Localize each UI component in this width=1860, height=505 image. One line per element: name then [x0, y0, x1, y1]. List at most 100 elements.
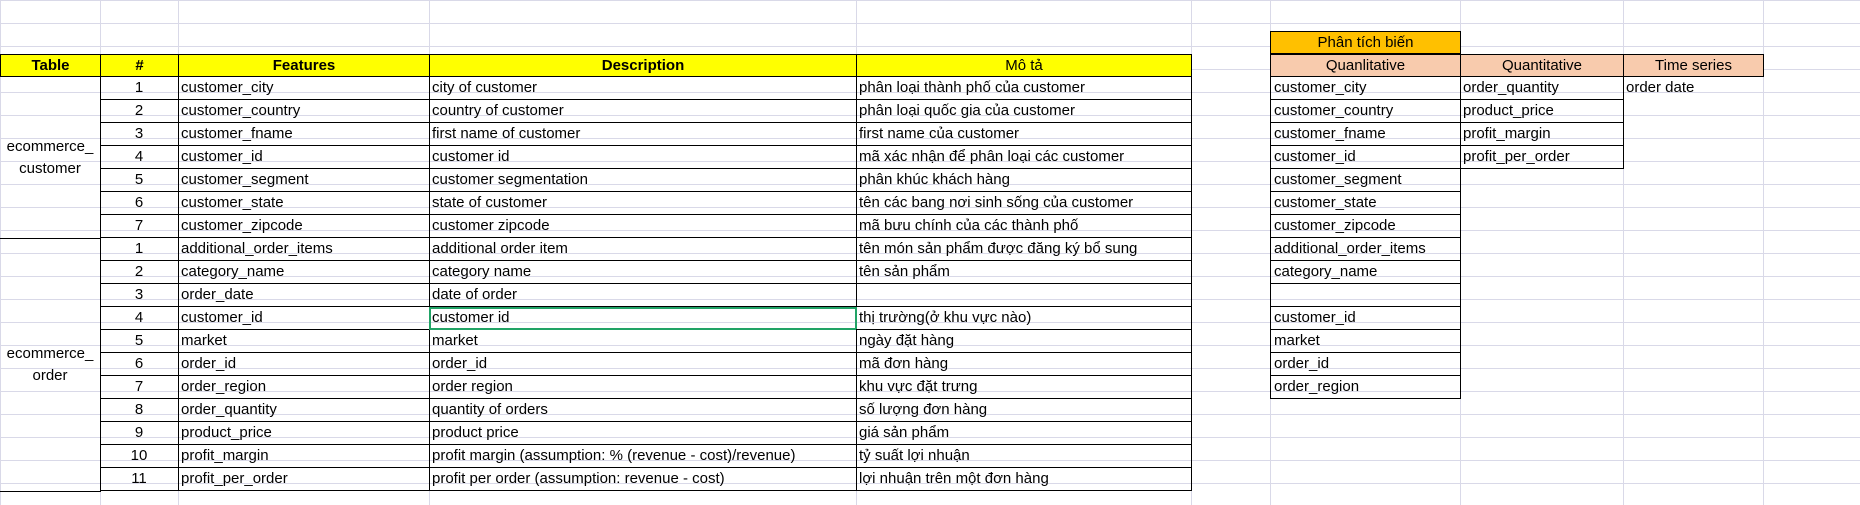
qualitative-cell[interactable]: order_id — [1270, 353, 1461, 376]
qualitative-cell[interactable]: customer_id — [1270, 307, 1461, 330]
row-number[interactable]: 1 — [100, 77, 179, 100]
qualitative-cell[interactable]: market — [1270, 330, 1461, 353]
description-cell[interactable]: customer id — [429, 307, 857, 330]
description-cell[interactable]: customer id — [429, 146, 857, 169]
feature-cell[interactable]: profit_margin — [178, 445, 430, 468]
row-number[interactable]: 6 — [100, 353, 179, 376]
mota-cell[interactable]: mã bưu chính của các thành phố — [856, 215, 1192, 238]
row-number[interactable]: 2 — [100, 100, 179, 123]
mota-cell[interactable]: số lượng đơn hàng — [856, 399, 1192, 422]
description-cell[interactable]: date of order — [429, 284, 857, 307]
analysis-title[interactable]: Phân tích biến — [1270, 31, 1461, 54]
mota-cell[interactable]: khu vực đặt trưng — [856, 376, 1192, 399]
header-quantitative[interactable]: Quantitative — [1460, 54, 1624, 77]
row-number[interactable]: 9 — [100, 422, 179, 445]
feature-cell[interactable]: customer_fname — [178, 123, 430, 146]
row-number[interactable]: 4 — [100, 146, 179, 169]
row-number[interactable]: 6 — [100, 192, 179, 215]
qualitative-cell[interactable] — [1270, 284, 1461, 307]
feature-cell[interactable]: product_price — [178, 422, 430, 445]
row-number[interactable]: 5 — [100, 330, 179, 353]
mota-cell[interactable]: phân loại quốc gia của customer — [856, 100, 1192, 123]
description-cell[interactable]: country of customer — [429, 100, 857, 123]
description-cell[interactable]: market — [429, 330, 857, 353]
description-cell[interactable]: first name of customer — [429, 123, 857, 146]
mota-cell[interactable]: lợi nhuận trên một đơn hàng — [856, 468, 1192, 491]
description-cell[interactable]: state of customer — [429, 192, 857, 215]
header-number[interactable]: # — [100, 54, 179, 77]
row-number[interactable]: 10 — [100, 445, 179, 468]
mota-cell[interactable]: giá sản phẩm — [856, 422, 1192, 445]
mota-cell[interactable]: thị trường(ở khu vực nào) — [856, 307, 1192, 330]
quantitative-cell[interactable]: product_price — [1460, 100, 1624, 123]
description-cell[interactable]: order region — [429, 376, 857, 399]
description-cell[interactable]: profit per order (assumption: revenue - … — [429, 468, 857, 491]
row-number[interactable]: 11 — [100, 468, 179, 491]
row-number[interactable]: 7 — [100, 376, 179, 399]
feature-cell[interactable]: order_region — [178, 376, 430, 399]
description-cell[interactable]: customer zipcode — [429, 215, 857, 238]
description-cell[interactable]: profit margin (assumption: % (revenue - … — [429, 445, 857, 468]
mota-cell[interactable]: tỷ suất lợi nhuận — [856, 445, 1192, 468]
qualitative-cell[interactable]: customer_state — [1270, 192, 1461, 215]
feature-cell[interactable]: customer_segment — [178, 169, 430, 192]
qualitative-cell[interactable]: additional_order_items — [1270, 238, 1461, 261]
feature-cell[interactable]: category_name — [178, 261, 430, 284]
group-ecommerce-order[interactable]: ecommerce_ order — [0, 239, 101, 492]
description-cell[interactable]: category name — [429, 261, 857, 284]
mota-cell[interactable]: tên món sản phẩm được đăng ký bổ sung — [856, 238, 1192, 261]
time-series-cell[interactable]: order date — [1623, 77, 1764, 100]
row-number[interactable]: 3 — [100, 284, 179, 307]
quantitative-cell[interactable]: order_quantity — [1460, 77, 1624, 100]
header-time-series[interactable]: Time series — [1623, 54, 1764, 77]
row-number[interactable]: 5 — [100, 169, 179, 192]
qualitative-cell[interactable]: customer_id — [1270, 146, 1461, 169]
mota-cell[interactable]: tên các bang nơi sinh sống của customer — [856, 192, 1192, 215]
qualitative-cell[interactable]: order_region — [1270, 376, 1461, 399]
qualitative-cell[interactable]: customer_zipcode — [1270, 215, 1461, 238]
qualitative-cell[interactable]: customer_country — [1270, 100, 1461, 123]
feature-cell[interactable]: customer_city — [178, 77, 430, 100]
mota-cell[interactable]: phân khúc khách hàng — [856, 169, 1192, 192]
qualitative-cell[interactable]: customer_segment — [1270, 169, 1461, 192]
group-ecommerce-customer[interactable]: ecommerce_ customer — [0, 77, 101, 239]
feature-cell[interactable]: order_quantity — [178, 399, 430, 422]
mota-cell[interactable] — [856, 284, 1192, 307]
feature-cell[interactable]: order_id — [178, 353, 430, 376]
mota-cell[interactable]: first name của customer — [856, 123, 1192, 146]
feature-cell[interactable]: customer_zipcode — [178, 215, 430, 238]
row-number[interactable]: 4 — [100, 307, 179, 330]
row-number[interactable]: 1 — [100, 238, 179, 261]
description-cell[interactable]: additional order item — [429, 238, 857, 261]
description-cell[interactable]: order_id — [429, 353, 857, 376]
qualitative-cell[interactable]: customer_city — [1270, 77, 1461, 100]
description-cell[interactable]: product price — [429, 422, 857, 445]
mota-cell[interactable]: tên sản phẩm — [856, 261, 1192, 284]
mota-cell[interactable]: mã xác nhận để phân loại các customer — [856, 146, 1192, 169]
qualitative-cell[interactable]: category_name — [1270, 261, 1461, 284]
header-description[interactable]: Description — [429, 54, 857, 77]
mota-cell[interactable]: mã đơn hàng — [856, 353, 1192, 376]
mota-cell[interactable]: ngày đặt hàng — [856, 330, 1192, 353]
feature-cell[interactable]: customer_state — [178, 192, 430, 215]
quantitative-cell[interactable]: profit_per_order — [1460, 146, 1624, 169]
feature-cell[interactable]: profit_per_order — [178, 468, 430, 491]
description-cell[interactable]: city of customer — [429, 77, 857, 100]
feature-cell[interactable]: customer_country — [178, 100, 430, 123]
description-cell[interactable]: quantity of orders — [429, 399, 857, 422]
header-mota[interactable]: Mô tả — [856, 54, 1192, 77]
description-cell[interactable]: customer segmentation — [429, 169, 857, 192]
feature-cell[interactable]: market — [178, 330, 430, 353]
feature-cell[interactable]: order_date — [178, 284, 430, 307]
qualitative-cell[interactable]: customer_fname — [1270, 123, 1461, 146]
feature-cell[interactable]: customer_id — [178, 146, 430, 169]
row-number[interactable]: 7 — [100, 215, 179, 238]
header-qualitative[interactable]: Quanlitative — [1270, 54, 1461, 77]
feature-cell[interactable]: additional_order_items — [178, 238, 430, 261]
mota-cell[interactable]: phân loại thành phố của customer — [856, 77, 1192, 100]
header-table[interactable]: Table — [0, 54, 101, 77]
row-number[interactable]: 2 — [100, 261, 179, 284]
feature-cell[interactable]: customer_id — [178, 307, 430, 330]
row-number[interactable]: 3 — [100, 123, 179, 146]
quantitative-cell[interactable]: profit_margin — [1460, 123, 1624, 146]
